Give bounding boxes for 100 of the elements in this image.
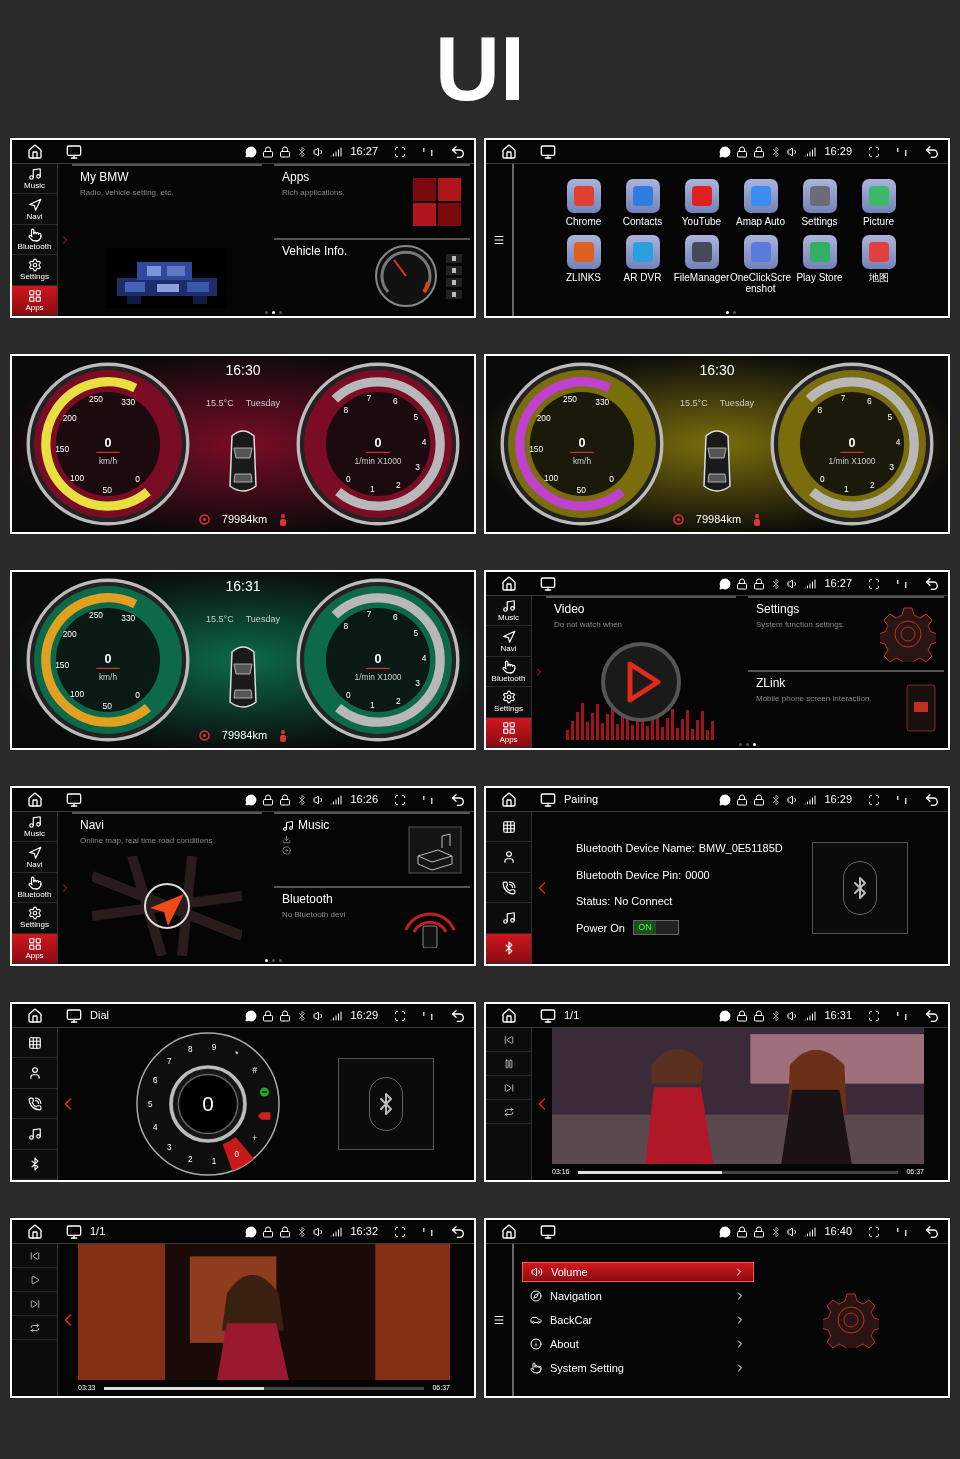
menu-item[interactable]: System Setting bbox=[522, 1358, 754, 1378]
back-icon[interactable] bbox=[924, 791, 940, 808]
brake-icon bbox=[198, 730, 210, 742]
sidebar-item[interactable]: Settings bbox=[486, 687, 531, 718]
dial-key[interactable]: 9 bbox=[211, 1042, 217, 1052]
fullscreen-icon[interactable] bbox=[394, 793, 406, 806]
repeat-icon bbox=[29, 1322, 40, 1333]
card-subtitle: Radio, vehicle setting, etc. bbox=[80, 187, 175, 199]
fullscreen-icon[interactable] bbox=[394, 1225, 406, 1238]
sidebar-item[interactable]: Settings bbox=[12, 255, 57, 286]
back-icon[interactable] bbox=[924, 143, 940, 160]
fullscreen-icon[interactable] bbox=[394, 145, 406, 158]
sidebar-item[interactable]: Navi bbox=[12, 842, 57, 873]
screen-icon[interactable] bbox=[66, 143, 82, 160]
card-title: Music bbox=[298, 818, 330, 833]
lock-icon bbox=[279, 145, 292, 158]
dial-key[interactable]: # bbox=[252, 1066, 257, 1076]
screen-icon[interactable] bbox=[66, 791, 82, 808]
gauge-label: 2 bbox=[395, 480, 401, 491]
menu-item[interactable]: About bbox=[522, 1334, 754, 1354]
sidebar-item[interactable]: Navi bbox=[12, 194, 57, 225]
home-icon[interactable] bbox=[27, 791, 43, 808]
back-icon[interactable] bbox=[924, 1007, 940, 1024]
screen-icon[interactable] bbox=[540, 143, 556, 160]
sidebar-item[interactable]: Apps bbox=[12, 285, 57, 316]
home-icon[interactable] bbox=[501, 1007, 517, 1024]
fullscreen-icon[interactable] bbox=[868, 793, 880, 806]
menu-icon[interactable] bbox=[493, 1314, 505, 1326]
menu-item[interactable]: BackCar bbox=[522, 1310, 754, 1330]
indicator-icon bbox=[896, 795, 908, 804]
dial-key[interactable]: 2 bbox=[187, 1154, 193, 1164]
home-icon[interactable] bbox=[27, 1223, 43, 1240]
delete-key[interactable] bbox=[257, 1112, 271, 1120]
dial-key[interactable]: 7 bbox=[167, 1057, 172, 1067]
fullscreen-icon[interactable] bbox=[868, 145, 880, 158]
sidebar-item[interactable] bbox=[486, 933, 531, 964]
back-icon[interactable] bbox=[450, 791, 466, 808]
gauge-unit: km/h bbox=[98, 456, 118, 467]
gauge-label: 330 bbox=[595, 397, 610, 407]
screen-icon[interactable] bbox=[540, 791, 556, 808]
screen-icon[interactable] bbox=[540, 575, 556, 592]
home-icon[interactable] bbox=[501, 575, 517, 592]
dial-key[interactable]: 6 bbox=[153, 1076, 158, 1086]
sidebar-item[interactable]: Settings bbox=[12, 903, 57, 934]
screen-icon[interactable] bbox=[66, 1007, 82, 1024]
dial-key[interactable]: 5 bbox=[148, 1099, 153, 1109]
touch-icon bbox=[530, 1362, 542, 1374]
dial-key[interactable]: 8 bbox=[187, 1045, 193, 1055]
settings-icon bbox=[27, 258, 42, 273]
message-icon bbox=[719, 145, 732, 158]
back-icon[interactable] bbox=[924, 1223, 940, 1240]
sidebar-item[interactable]: Bluetooth bbox=[486, 656, 531, 688]
field-label: Bluetooth Device Name: bbox=[576, 841, 695, 856]
fullscreen-icon[interactable] bbox=[868, 1009, 880, 1022]
back-icon[interactable] bbox=[450, 1007, 466, 1024]
gauge-label: 6 bbox=[392, 395, 398, 406]
previous-icon bbox=[29, 1250, 40, 1261]
card-subtitle: Do not watch when bbox=[554, 619, 624, 631]
sidebar-item[interactable]: Apps bbox=[12, 933, 57, 964]
home-icon[interactable] bbox=[501, 1223, 517, 1240]
screen-icon[interactable] bbox=[66, 1223, 82, 1240]
indicator-icon bbox=[422, 1011, 434, 1020]
menu-icon[interactable] bbox=[493, 234, 505, 246]
sidebar-item[interactable]: Music bbox=[486, 596, 531, 627]
music-icon bbox=[501, 599, 516, 614]
call-icon bbox=[27, 1096, 42, 1111]
dial-key[interactable]: * bbox=[235, 1049, 239, 1059]
dial-key[interactable]: 3 bbox=[167, 1142, 172, 1152]
dial-key[interactable]: 4 bbox=[153, 1123, 158, 1133]
clock: 16:30 bbox=[225, 361, 261, 380]
screen-icon[interactable] bbox=[540, 1223, 556, 1240]
sidebar-item[interactable]: Navi bbox=[486, 626, 531, 657]
dial-key[interactable]: 1 bbox=[211, 1157, 217, 1167]
back-icon[interactable] bbox=[450, 143, 466, 160]
menu-item[interactable]: Navigation bbox=[522, 1286, 754, 1306]
home-icon[interactable] bbox=[27, 1007, 43, 1024]
sidebar-item[interactable]: Music bbox=[12, 812, 57, 843]
dial-key[interactable]: + bbox=[252, 1133, 258, 1143]
music-icon bbox=[27, 815, 42, 830]
home-icon[interactable] bbox=[27, 143, 43, 160]
sidebar-item[interactable]: Apps bbox=[486, 717, 531, 748]
fullscreen-icon[interactable] bbox=[394, 1009, 406, 1022]
signal-icon bbox=[330, 145, 343, 158]
sidebar-item[interactable]: Bluetooth bbox=[12, 872, 57, 904]
gauge-reading: 0 bbox=[374, 436, 382, 451]
back-icon[interactable] bbox=[924, 575, 940, 592]
back-icon[interactable] bbox=[450, 1223, 466, 1240]
menu-item[interactable]: Volume bbox=[522, 1262, 754, 1282]
call-key[interactable] bbox=[260, 1087, 269, 1097]
sidebar-item[interactable]: Music bbox=[12, 164, 57, 195]
fullscreen-icon[interactable] bbox=[868, 577, 880, 590]
sidebar-item[interactable]: Bluetooth bbox=[12, 224, 57, 256]
fullscreen-icon[interactable] bbox=[868, 1225, 880, 1238]
lock-icon bbox=[736, 577, 749, 590]
power-toggle[interactable]: ON bbox=[632, 920, 679, 936]
dial-key[interactable]: 0 bbox=[222, 1136, 254, 1171]
home-icon[interactable] bbox=[501, 143, 517, 160]
screen-icon[interactable] bbox=[540, 1007, 556, 1024]
home-icon[interactable] bbox=[501, 791, 517, 808]
field-label: Status: bbox=[576, 894, 611, 909]
